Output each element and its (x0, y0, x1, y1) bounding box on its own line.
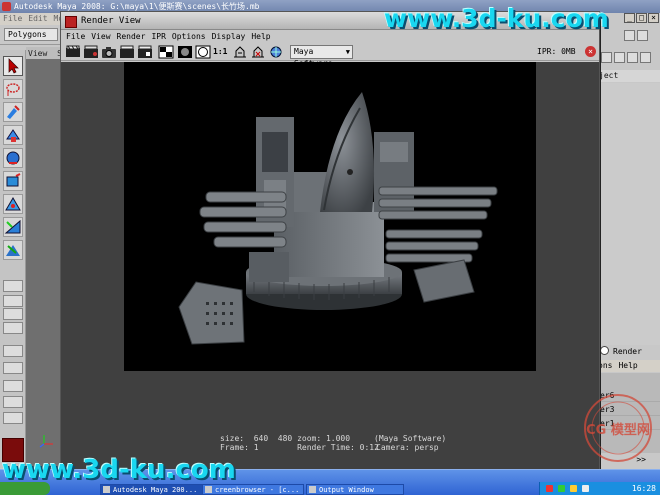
system-tray: 16:28 (539, 482, 660, 495)
hypershade-layout-icon[interactable] (3, 345, 23, 357)
tray-icon[interactable] (570, 485, 577, 492)
channel-box-object-label: ject (598, 70, 660, 82)
render-view-window: Render View File View Render IPR Options Disp… (60, 11, 600, 470)
rv-menu-options[interactable]: Options (172, 32, 206, 41)
snap-curve-icon[interactable] (637, 30, 648, 41)
maya-menu-bar: FileEditMo (0, 13, 62, 25)
persp-outliner-layout-icon[interactable] (3, 308, 23, 320)
close-icon[interactable]: × (585, 46, 596, 57)
render-frame-icon[interactable] (601, 52, 612, 63)
stamp-text: CG 模型网 (586, 422, 650, 438)
keep-image-icon[interactable] (232, 45, 248, 59)
rendered-image (124, 62, 536, 371)
maya-task-icon (103, 486, 110, 493)
scale-tool-icon[interactable] (3, 171, 23, 191)
alpha-channel-icon[interactable] (177, 45, 193, 59)
radio-dot-icon[interactable] (600, 346, 609, 355)
four-view-layout-icon[interactable] (3, 295, 23, 307)
rv-menu-display[interactable]: Display (212, 32, 246, 41)
layer-menu-options[interactable]: ons (598, 361, 612, 370)
taskbar-item-label: creenbrowser - [c... (215, 486, 300, 494)
refresh-ipr-icon[interactable] (119, 45, 135, 59)
rv-menu-file[interactable]: File (66, 32, 85, 41)
clock: 16:28 (631, 484, 656, 493)
graph-editor-layout-icon[interactable] (3, 380, 23, 392)
snapshot-icon[interactable] (101, 45, 117, 59)
render-view-app-icon (65, 16, 77, 28)
render-region-icon[interactable] (137, 45, 153, 59)
folder-task-icon (205, 486, 212, 493)
taskbar-item-label: Output Window (319, 486, 374, 494)
rv-menu-render[interactable]: Render (117, 32, 146, 41)
maya-window-title: Autodesk Maya 2008: G:\maya\1\便斯赛\scenes… (14, 2, 260, 11)
maya-minimize-button[interactable]: _ (624, 13, 635, 23)
single-perspective-layout-icon[interactable] (3, 280, 23, 292)
rendered-turret-model (178, 92, 498, 345)
soft-modification-tool-icon[interactable] (3, 217, 23, 237)
persp-graph-layout-icon[interactable] (3, 322, 23, 334)
layer-editor-menu: ons Help (598, 360, 660, 372)
maya-maximize-button[interactable]: □ (636, 13, 647, 23)
lasso-tool-icon[interactable] (3, 79, 23, 99)
menu-file[interactable]: File (3, 14, 22, 23)
rotate-tool-icon[interactable] (3, 148, 23, 168)
dope-sheet-layout-icon[interactable] (3, 396, 23, 408)
taskbar-item[interactable]: creenbrowser - [c... (202, 484, 304, 495)
camera-info: Camera: persp (376, 443, 439, 452)
tray-icon[interactable] (546, 485, 553, 492)
rv-menu-ipr[interactable]: IPR (151, 32, 165, 41)
rv-menu-view[interactable]: View (91, 32, 110, 41)
render-radio-label: Render (613, 347, 642, 356)
viewport-panel[interactable] (26, 59, 64, 469)
maya-app-icon (2, 2, 11, 11)
panel-menu-view[interactable]: View (28, 49, 47, 58)
persp-hypershade-layout-icon[interactable] (3, 362, 23, 374)
snap-grid-icon[interactable] (624, 30, 635, 41)
maya-close-button[interactable]: × (648, 13, 659, 23)
redo-render-icon[interactable] (65, 45, 81, 59)
real-size-button[interactable]: 1:1 (213, 45, 229, 59)
render-layer-radio[interactable]: Render (600, 346, 660, 358)
view-axis-icon (39, 435, 53, 448)
channel-box-toggle-icon[interactable] (640, 52, 651, 63)
watermark-top: www.3d-ku.com (384, 4, 609, 33)
render-view-title: Render View (81, 16, 141, 26)
chevron-down-icon: ▼ (345, 48, 350, 56)
display-channel-icon[interactable] (195, 45, 211, 59)
render-size-info: size: 640 480 zoom: 1.000 (220, 434, 351, 443)
move-tool-icon[interactable] (3, 125, 23, 145)
output-window-task-icon (309, 486, 316, 493)
layer-menu-help[interactable]: Help (618, 361, 637, 370)
paint-select-tool-icon[interactable] (3, 102, 23, 122)
last-tool-icon[interactable] (3, 240, 23, 260)
render-view-toolbar: 1:1 Maya Software ▼ IPR: 0MB × (61, 43, 599, 68)
toolbox (0, 50, 26, 468)
taskbar-item-label: Autodesk Maya 200... (113, 486, 198, 494)
ipr-render-icon[interactable] (614, 52, 625, 63)
renderer-dropdown[interactable]: Maya Software ▼ (290, 45, 353, 68)
watermark-bottom: www.3d-ku.com (2, 455, 236, 485)
manipulator-tool-icon[interactable] (3, 194, 23, 214)
rv-menu-help[interactable]: Help (251, 32, 270, 41)
remove-image-icon[interactable] (250, 45, 266, 59)
cg-stamp-watermark: CG 模型网 (584, 394, 652, 462)
ipr-status: IPR: 0MB (537, 47, 576, 56)
select-tool-icon[interactable] (3, 56, 23, 76)
frame-time-info: Frame: 1 Render Time: 0:12 (220, 443, 379, 452)
menu-set-dropdown[interactable]: Polygons (4, 28, 58, 41)
rgb-channel-icon[interactable] (158, 45, 174, 59)
layout-options-icon[interactable] (3, 412, 23, 424)
renderer-info: (Maya Software) (374, 434, 447, 443)
taskbar-item[interactable]: Autodesk Maya 200... (100, 484, 210, 495)
render-globals-icon[interactable] (268, 45, 284, 59)
tray-icon[interactable] (558, 485, 565, 492)
taskbar-item[interactable]: Output Window (306, 484, 404, 495)
volume-icon[interactable] (582, 485, 589, 492)
ipr-render-icon[interactable] (83, 45, 99, 59)
render-settings-icon[interactable] (627, 52, 638, 63)
menu-edit[interactable]: Edit (28, 14, 47, 23)
channel-box[interactable] (598, 83, 660, 345)
